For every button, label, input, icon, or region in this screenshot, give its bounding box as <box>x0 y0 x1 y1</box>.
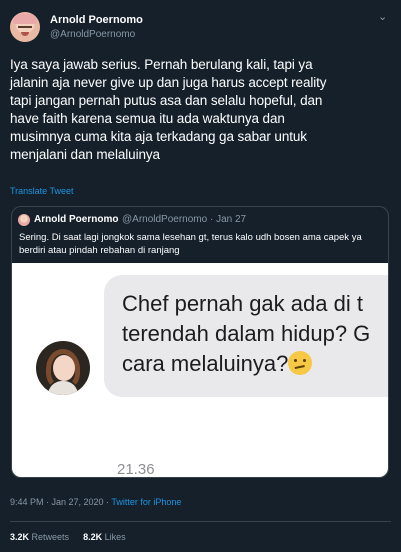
tweet-line: tapi jangan pernah putus asa dan selalu … <box>10 93 323 108</box>
quoted-tweet-text: Sering. Di saat lagi jongkok sama leseha… <box>19 232 362 256</box>
quoted-tweet[interactable]: Arnold Poernomo @ArnoldPoernomo · Jan 27… <box>11 206 389 478</box>
likes-label: Likes <box>104 532 126 542</box>
retweets-count: 3.2K <box>10 532 30 542</box>
chevron-down-icon[interactable]: ⌄ <box>378 12 390 23</box>
tweet-line: menjalani dan melaluinya <box>10 147 160 162</box>
tweet-line: have faith karena semua itu ada waktunya… <box>10 111 285 126</box>
quoted-author-avatar <box>18 214 30 226</box>
quoted-tweet-image[interactable]: Chef pernah gak ada di t terendah dalam h… <box>12 263 388 478</box>
quoted-author-name: Arnold Poernomo <box>34 214 119 225</box>
tweet-line: Iya saya jawab serius. Pernah berulang k… <box>10 57 313 72</box>
likes-stat[interactable]: 8.2K Likes <box>83 532 126 542</box>
chat-avatar-face <box>53 355 75 381</box>
avatar-eyes <box>18 26 32 29</box>
tweet-line: jalanin aja never give up dan juga harus… <box>10 75 327 90</box>
confused-face-emoji <box>288 351 313 375</box>
quoted-author-meta: @ArnoldPoernomo · Jan 27 <box>122 214 247 225</box>
translate-tweet-link[interactable]: Translate Tweet <box>10 186 74 196</box>
retweets-stat[interactable]: 3.2K Retweets <box>10 532 69 542</box>
chat-line: Chef pernah gak ada di t <box>122 291 363 316</box>
chat-line-wrap: cara melaluinya? <box>122 349 388 379</box>
source-link[interactable]: Twitter for iPhone <box>111 497 181 507</box>
timestamp-text[interactable]: 9:44 PM · Jan 27, 2020 · <box>10 497 111 507</box>
chat-time: 21.36 <box>117 461 155 478</box>
author-handle[interactable]: @ArnoldPoernomo <box>50 29 135 40</box>
likes-count: 8.2K <box>83 532 103 542</box>
author-avatar[interactable] <box>10 12 40 42</box>
tweet-text: Iya saya jawab serius. Pernah berulang k… <box>10 56 395 164</box>
chat-line: terendah dalam hidup? G <box>122 321 371 346</box>
tweet-timestamp: 9:44 PM · Jan 27, 2020 · Twitter for iPh… <box>10 497 181 507</box>
avatar-mouth <box>21 32 29 36</box>
author-name[interactable]: Arnold Poernomo <box>50 14 143 26</box>
retweets-label: Retweets <box>31 532 70 542</box>
tweet-line: musimnya cuma kita aja terkadang ga saba… <box>10 129 307 144</box>
tweet-stats: 3.2K Retweets 8.2K Likes <box>10 532 126 542</box>
chat-avatar <box>36 341 90 395</box>
chat-message: Chef pernah gak ada di t terendah dalam h… <box>122 289 388 379</box>
avatar-hair <box>13 14 37 24</box>
divider <box>10 521 391 522</box>
chat-line: cara melaluinya? <box>122 351 289 376</box>
